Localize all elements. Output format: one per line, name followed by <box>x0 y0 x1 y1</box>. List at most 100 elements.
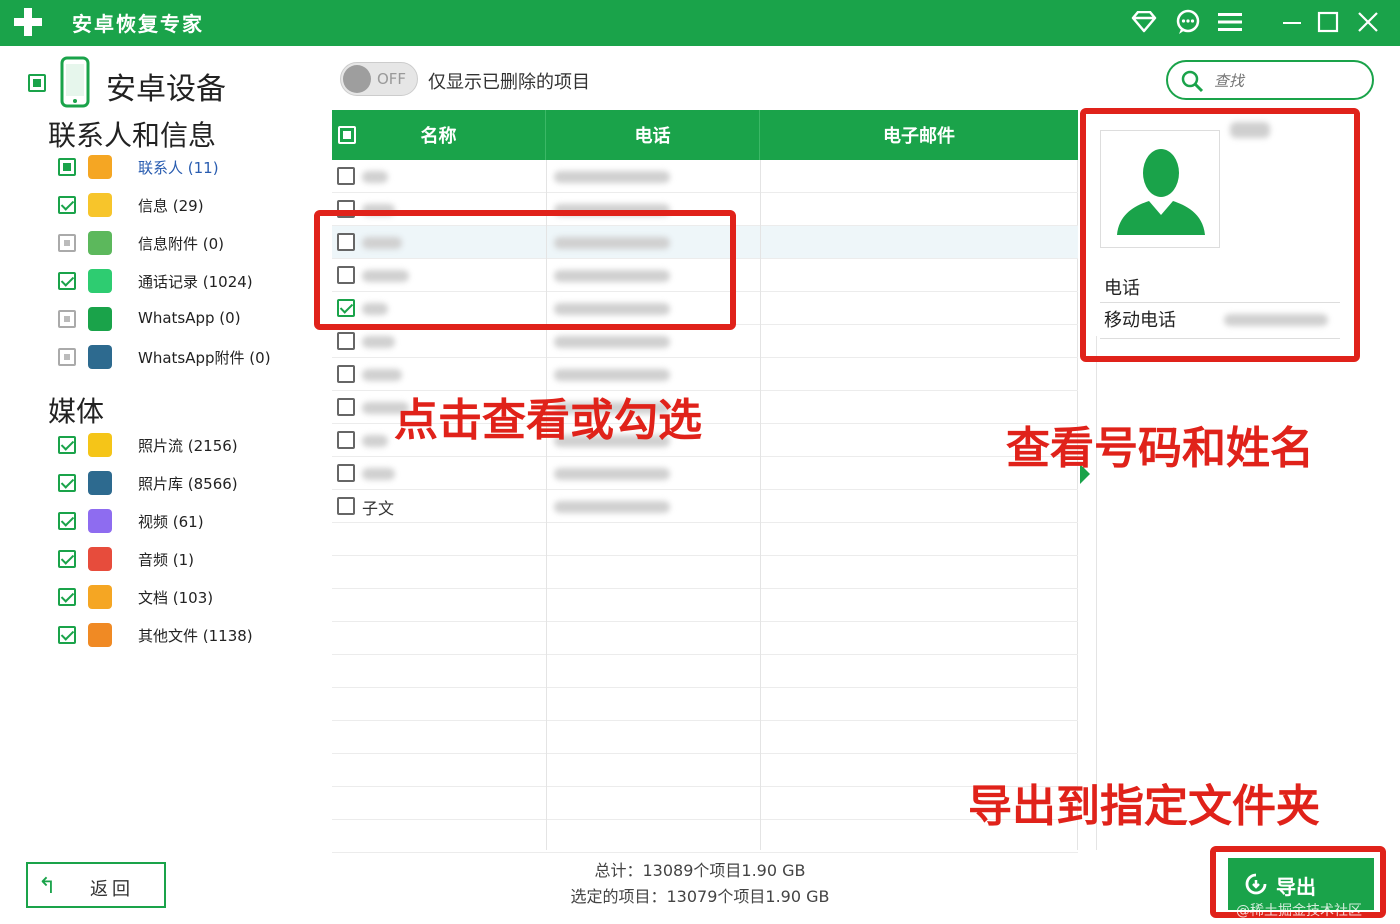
table-row[interactable] <box>332 457 1078 490</box>
category-item[interactable]: WhatsApp (0) <box>0 302 330 336</box>
category-item[interactable]: 信息 (29) <box>0 188 330 222</box>
column-header-name[interactable]: 名称 <box>332 110 546 160</box>
device-title: 安卓设备 <box>106 72 226 107</box>
category-checkbox[interactable] <box>58 550 76 568</box>
table-row <box>332 523 1078 556</box>
contact-phone-redacted <box>554 336 670 348</box>
export-button-label: 导出 <box>1276 875 1316 899</box>
feedback-icon[interactable] <box>1172 6 1204 38</box>
selection-summary: 总计：13089个项目1.90 GB 选定的项目：13079个项目1.90 GB <box>540 858 860 910</box>
category-item[interactable]: 信息附件 (0) <box>0 226 330 260</box>
category-checkbox[interactable] <box>58 348 76 366</box>
category-item[interactable]: 照片库 (8566) <box>0 466 330 500</box>
row-checkbox[interactable] <box>337 365 355 383</box>
table-row <box>332 589 1078 622</box>
back-button-label: 返回 <box>90 879 134 900</box>
category-item[interactable]: 联系人 (11) <box>0 150 330 184</box>
row-checkbox[interactable] <box>337 167 355 185</box>
contact-name-redacted <box>362 369 402 381</box>
category-checkbox[interactable] <box>58 512 76 530</box>
category-label: WhatsApp (0) <box>138 309 241 327</box>
row-checkbox[interactable] <box>337 464 355 482</box>
category-item[interactable]: 文档 (103) <box>0 580 330 614</box>
app-title: 安卓恢复专家 <box>72 12 204 36</box>
category-checkbox[interactable] <box>58 196 76 214</box>
category-label: 通话记录 (1024) <box>138 273 253 291</box>
app-window: 安卓恢复专家 安卓设备 联系人和信息 联系人 (11)信息 (29)信息附件 <box>0 0 1400 924</box>
message-icon <box>88 193 112 217</box>
search-input[interactable] <box>1214 69 1364 93</box>
category-checkbox[interactable] <box>58 626 76 644</box>
table-row <box>332 556 1078 589</box>
export-icon <box>1245 873 1267 895</box>
category-item[interactable]: 通话记录 (1024) <box>0 264 330 298</box>
table-row <box>332 787 1078 820</box>
deleted-only-toggle[interactable]: OFF <box>340 62 418 96</box>
column-divider <box>760 160 761 850</box>
star-icon <box>88 433 112 457</box>
search-box[interactable] <box>1166 60 1374 100</box>
back-button[interactable]: ↰ 返回 <box>26 862 166 908</box>
selected-summary: 选定的项目：13079个项目1.90 GB <box>570 887 830 906</box>
video-icon <box>88 509 112 533</box>
back-arrow-icon: ↰ <box>38 874 57 899</box>
category-checkbox[interactable] <box>58 234 76 252</box>
column-header-email[interactable]: 电子邮件 <box>760 110 1078 160</box>
minimize-icon[interactable] <box>1276 6 1308 38</box>
category-label: 音频 (1) <box>138 551 195 569</box>
toggle-knob <box>343 65 371 93</box>
row-checkbox[interactable] <box>337 497 355 515</box>
contact-name: 子文 <box>362 499 395 518</box>
contact-name-redacted <box>362 171 388 183</box>
attachment-icon <box>88 231 112 255</box>
contact-phone-redacted <box>554 501 670 513</box>
category-label: 其他文件 (1138) <box>138 627 253 645</box>
phone-icon <box>88 269 112 293</box>
annotation-export-hint: 导出到指定文件夹 <box>968 781 1320 832</box>
menu-icon[interactable] <box>1214 6 1246 38</box>
title-bar: 安卓恢复专家 <box>0 0 1400 46</box>
category-label: 照片流 (2156) <box>138 437 238 455</box>
diamond-icon[interactable] <box>1128 6 1160 38</box>
close-icon[interactable] <box>1352 6 1384 38</box>
table-header: 名称 电话 电子邮件 <box>332 110 1078 160</box>
table-row[interactable]: 子文 <box>332 490 1078 523</box>
category-checkbox[interactable] <box>58 588 76 606</box>
category-item[interactable]: 视频 (61) <box>0 504 330 538</box>
search-icon <box>1181 70 1204 93</box>
contact-phone-redacted <box>554 468 670 480</box>
category-item[interactable]: 照片流 (2156) <box>0 428 330 462</box>
row-checkbox[interactable] <box>337 398 355 416</box>
table-row[interactable] <box>332 160 1078 193</box>
row-checkbox[interactable] <box>337 431 355 449</box>
folder-icon <box>88 585 112 609</box>
contact-name-redacted <box>362 336 395 348</box>
sidebar: 安卓设备 联系人和信息 联系人 (11) 信息 (29) 信息附件 (0) 通话记录 … <box>0 46 330 924</box>
watermark-text: @稀土掘金技术社区 <box>1236 903 1362 919</box>
whatsapp-icon <box>88 307 112 331</box>
contacts-icon <box>88 155 112 179</box>
category-checkbox[interactable] <box>58 158 76 176</box>
category-item[interactable]: 音频 (1) <box>0 542 330 576</box>
category-label: 视频 (61) <box>138 513 204 531</box>
toggle-state-text: OFF <box>377 70 407 88</box>
category-checkbox[interactable] <box>58 272 76 290</box>
category-item[interactable]: WhatsApp附件 (0) <box>0 340 330 374</box>
maximize-icon[interactable] <box>1312 6 1344 38</box>
row-checkbox[interactable] <box>337 332 355 350</box>
category-label: 文档 (103) <box>138 589 214 607</box>
toggle-label: 仅显示已删除的项目 <box>428 72 590 93</box>
contact-name-redacted <box>362 435 388 447</box>
table-row <box>332 622 1078 655</box>
table-row <box>332 655 1078 688</box>
annotation-box-rows <box>314 210 736 330</box>
contact-phone-redacted <box>554 369 670 381</box>
category-checkbox[interactable] <box>58 474 76 492</box>
category-checkbox[interactable] <box>58 310 76 328</box>
category-checkbox[interactable] <box>58 436 76 454</box>
category-item[interactable]: 其他文件 (1138) <box>0 618 330 652</box>
column-header-phone[interactable]: 电话 <box>546 110 760 160</box>
category-label: 照片库 (8566) <box>138 475 238 493</box>
device-checkbox[interactable] <box>28 74 46 92</box>
annotation-view-hint: 查看号码和姓名 <box>1006 423 1314 474</box>
